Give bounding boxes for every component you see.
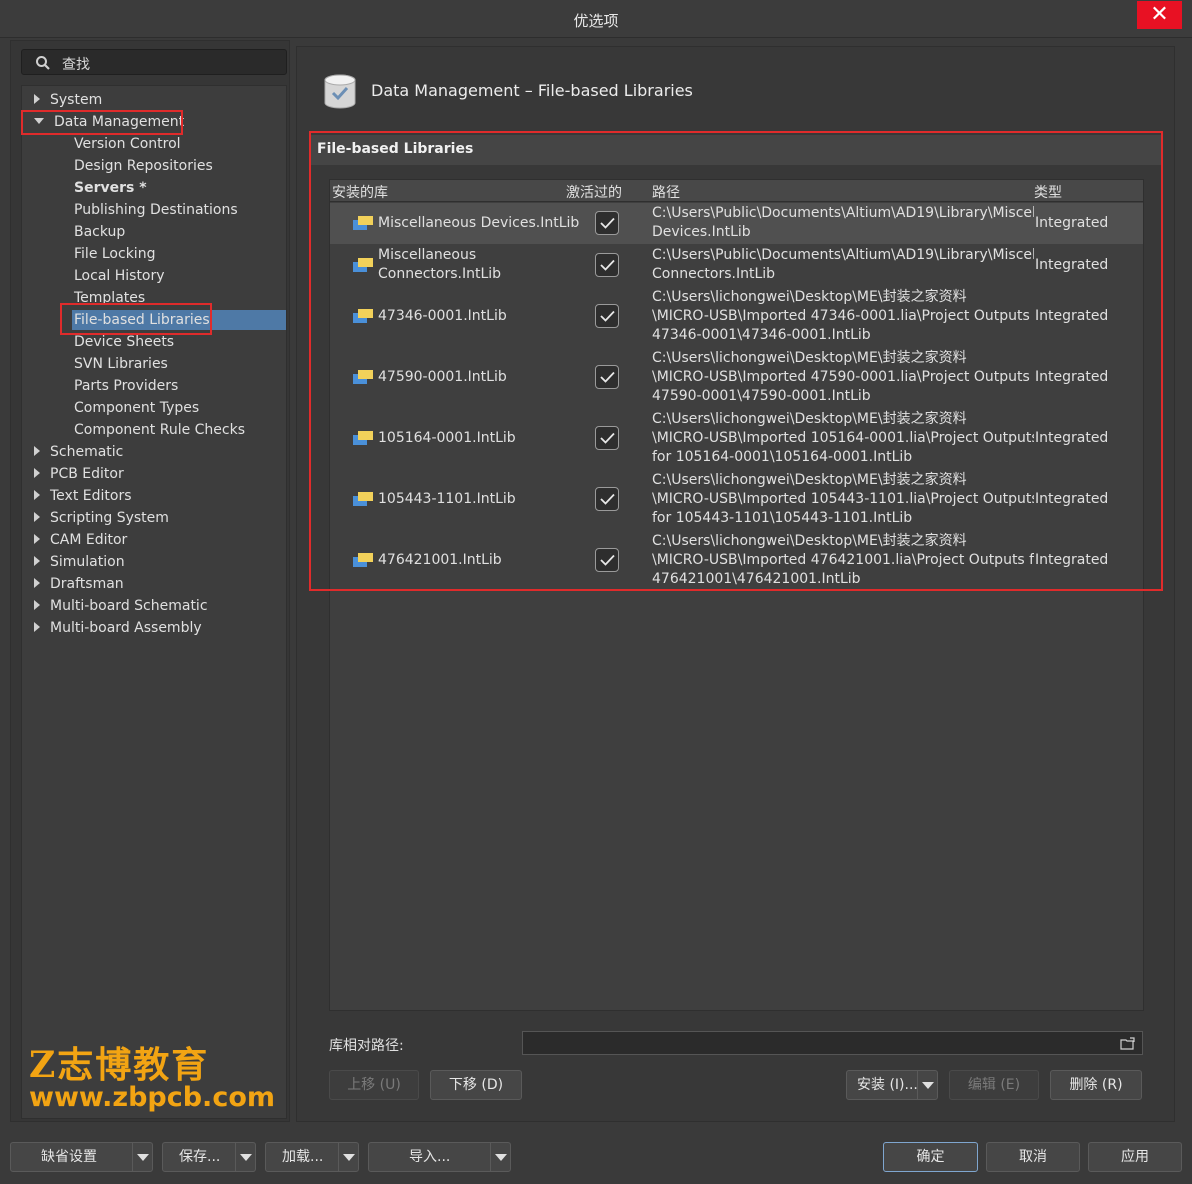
chevron-down-icon[interactable] — [338, 1143, 358, 1171]
close-icon: ✕ — [1150, 2, 1169, 27]
defaults-button[interactable]: 缺省设置 — [10, 1142, 153, 1172]
tree-item-system[interactable]: System — [34, 90, 102, 110]
expand-icon[interactable] — [34, 94, 40, 104]
expand-icon[interactable] — [34, 468, 40, 478]
highlight-box — [21, 110, 183, 135]
chevron-down-icon[interactable] — [132, 1143, 152, 1171]
expand-icon[interactable] — [34, 512, 40, 522]
main-panel: Data Management – File-based Libraries F… — [296, 46, 1175, 1122]
remove-button[interactable]: 删除 (R) — [1050, 1070, 1142, 1100]
tree-item-multi-board-assembly[interactable]: Multi-board Assembly — [34, 618, 202, 638]
relative-path-label: 库相对路径: — [329, 1038, 404, 1054]
tree-item-component-types[interactable]: Component Types — [74, 398, 199, 418]
chevron-down-icon[interactable] — [490, 1143, 510, 1171]
tree-item-version-control[interactable]: Version Control — [74, 134, 181, 154]
tree-item-multi-board-schematic[interactable]: Multi-board Schematic — [34, 596, 208, 616]
search-placeholder: 查找 — [62, 57, 90, 73]
tree-item-backup[interactable]: Backup — [74, 222, 125, 242]
watermark-logo: Z志博教育 www.zbpcb.com — [29, 1036, 289, 1113]
move-up-button[interactable]: 上移 (U) — [329, 1070, 419, 1100]
expand-icon[interactable] — [34, 556, 40, 566]
save-button[interactable]: 保存... — [162, 1142, 256, 1172]
title-bar: 优选项 ✕ — [0, 0, 1192, 38]
tree-item-component-rule-checks[interactable]: Component Rule Checks — [74, 420, 245, 440]
page-title: Data Management – File-based Libraries — [371, 81, 693, 100]
expand-icon[interactable] — [34, 490, 40, 500]
relative-path-input[interactable] — [522, 1031, 1143, 1055]
database-icon — [324, 74, 356, 109]
highlight-box — [60, 303, 212, 335]
tree-item-parts-providers[interactable]: Parts Providers — [74, 376, 178, 396]
tree-item-draftsman[interactable]: Draftsman — [34, 574, 124, 594]
tree-item-text-editors[interactable]: Text Editors — [34, 486, 132, 506]
folder-open-icon[interactable] — [1120, 1037, 1136, 1050]
tree-item-publishing-destinations[interactable]: Publishing Destinations — [74, 200, 238, 220]
tree-item-device-sheets[interactable]: Device Sheets — [74, 332, 174, 352]
tree-item-cam-editor[interactable]: CAM Editor — [34, 530, 127, 550]
expand-icon[interactable] — [34, 446, 40, 456]
left-panel: 查找 System Data Management Version Contro… — [10, 40, 290, 1122]
logo-line1: Z志博教育 — [29, 1044, 210, 1086]
search-input[interactable]: 查找 — [21, 49, 287, 75]
expand-icon[interactable] — [34, 578, 40, 588]
tree-item-schematic[interactable]: Schematic — [34, 442, 123, 462]
apply-button[interactable]: 应用 — [1088, 1142, 1182, 1172]
chevron-down-icon[interactable] — [235, 1143, 255, 1171]
ok-button[interactable]: 确定 — [883, 1142, 978, 1172]
tree-item-local-history[interactable]: Local History — [74, 266, 165, 286]
tree-item-scripting-system[interactable]: Scripting System — [34, 508, 169, 528]
chevron-down-icon[interactable] — [917, 1071, 937, 1099]
expand-icon[interactable] — [34, 622, 40, 632]
import-button[interactable]: 导入... — [368, 1142, 511, 1172]
search-icon — [36, 56, 50, 70]
load-button[interactable]: 加载... — [265, 1142, 359, 1172]
tree-item-servers[interactable]: Servers * — [74, 178, 147, 198]
tree-item-pcb-editor[interactable]: PCB Editor — [34, 464, 124, 484]
logo-line2: www.zbpcb.com — [29, 1082, 276, 1113]
install-button[interactable]: 安装 (I)... — [846, 1070, 938, 1100]
preferences-tree: System Data Management Version Control D… — [21, 85, 287, 1119]
expand-icon[interactable] — [34, 534, 40, 544]
cancel-button[interactable]: 取消 — [986, 1142, 1080, 1172]
window-title: 优选项 — [573, 12, 619, 30]
tree-item-design-repositories[interactable]: Design Repositories — [74, 156, 213, 176]
tree-item-svn-libraries[interactable]: SVN Libraries — [74, 354, 168, 374]
move-down-button[interactable]: 下移 (D) — [430, 1070, 522, 1100]
edit-button[interactable]: 编辑 (E) — [949, 1070, 1039, 1100]
expand-icon[interactable] — [34, 600, 40, 610]
highlight-box — [309, 131, 1163, 591]
close-button[interactable]: ✕ — [1137, 1, 1182, 29]
tree-item-simulation[interactable]: Simulation — [34, 552, 125, 572]
tree-item-file-locking[interactable]: File Locking — [74, 244, 155, 264]
